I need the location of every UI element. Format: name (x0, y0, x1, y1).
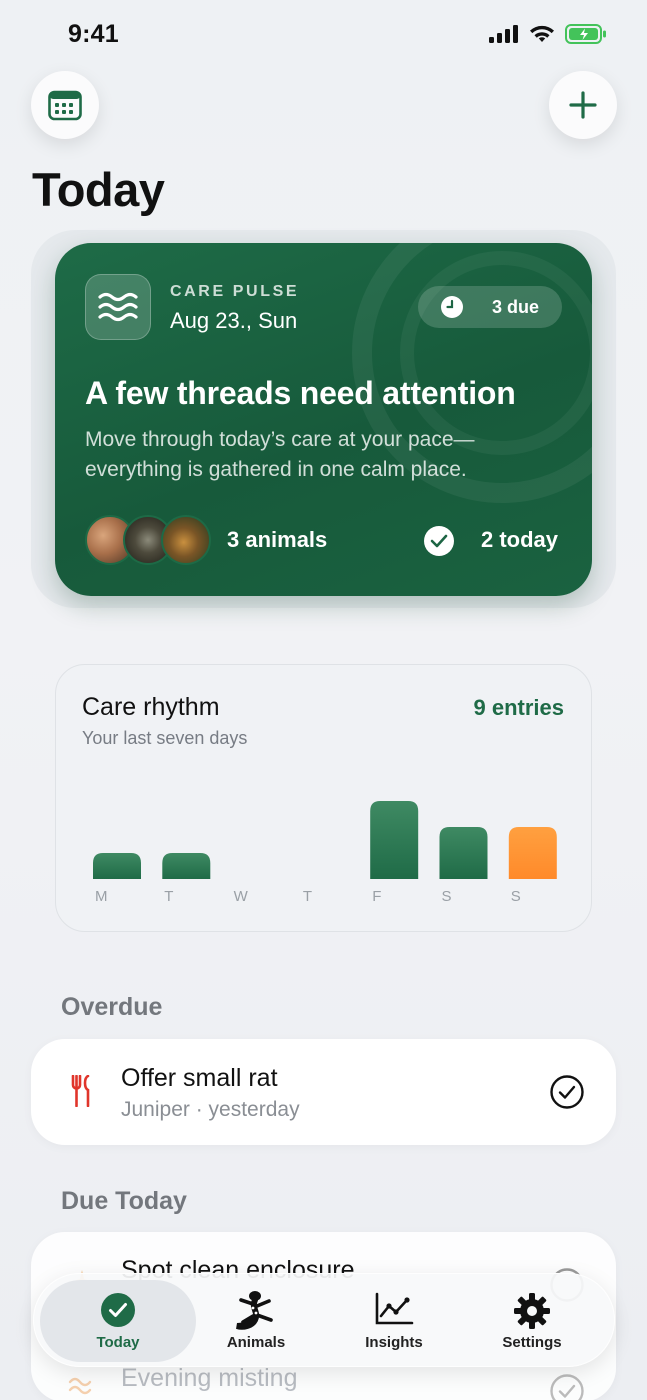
tab-insights[interactable]: Insights (324, 1274, 464, 1368)
chart-tick-label: S (511, 888, 521, 905)
status-time: 9:41 (68, 20, 119, 48)
pulse-headline: A few threads need attention (85, 375, 516, 411)
signal-icon (489, 25, 518, 43)
chart-tick-label: T (164, 888, 173, 905)
care-rhythm-card[interactable]: Care rhythm Your last seven days 9 entri… (55, 664, 592, 932)
complete-check-icon[interactable] (550, 1075, 584, 1109)
animal-avatars (85, 515, 215, 565)
chart-bar (439, 827, 488, 879)
tab-today[interactable]: Today (48, 1274, 188, 1368)
task-row[interactable]: Offer small rat Juniper · yesterday (31, 1039, 616, 1145)
status-bar: 9:41 (0, 0, 647, 72)
chart-bar (93, 853, 141, 879)
line-chart-icon (375, 1292, 414, 1325)
task-meta: Juniper · yesterday (121, 1098, 300, 1121)
wifi-icon (530, 25, 554, 42)
calendar-button[interactable] (31, 71, 99, 139)
tab-label: Animals (226, 1334, 286, 1351)
tab-label: Today (96, 1334, 140, 1351)
chart-bar (508, 827, 557, 879)
page-title: Today (32, 163, 165, 216)
task-title: Offer small rat (121, 1064, 278, 1092)
mist-icon (68, 1377, 92, 1395)
pulse-subtext: Move through today’s care at your pace—e… (85, 428, 475, 481)
animals-count: 3 animals (227, 527, 328, 552)
chart-tick-label: W (234, 888, 249, 905)
rhythm-chart: MTWTFSS (93, 801, 557, 905)
status-icons (489, 24, 607, 44)
chart-bar (162, 853, 211, 879)
lizard-icon (236, 1291, 273, 1330)
due-label: 3 due (492, 296, 540, 317)
clock-icon (441, 296, 463, 318)
tab-bar: Today Animals Insights Settings (33, 1273, 615, 1367)
section-heading-overdue: Overdue (61, 993, 163, 1021)
fork-knife-icon (71, 1075, 90, 1107)
tab-settings[interactable]: Settings (462, 1274, 602, 1368)
section-heading-due-today: Due Today (61, 1187, 187, 1215)
pulse-date: Aug 23., Sun (170, 308, 298, 333)
checkmark-icon (424, 526, 454, 556)
care-pulse-card[interactable]: CARE PULSE Aug 23., Sun 3 due A few thre… (55, 243, 592, 596)
tab-label: Settings (502, 1334, 562, 1351)
tab-animals[interactable]: Animals (186, 1274, 326, 1368)
gear-icon (514, 1293, 550, 1329)
task-title[interactable]: Evening misting (121, 1364, 297, 1393)
tab-label: Insights (365, 1334, 423, 1351)
avatar (161, 515, 211, 565)
today-count: 2 today (481, 527, 559, 552)
plus-icon (569, 91, 597, 119)
checkmark-circle-icon (101, 1293, 135, 1327)
complete-check-icon[interactable] (550, 1374, 584, 1400)
chart-bar (370, 801, 419, 879)
add-button[interactable] (549, 71, 617, 139)
due-badge[interactable]: 3 due (418, 286, 562, 328)
waves-icon (85, 274, 151, 340)
battery-icon (565, 24, 606, 44)
chart-tick-label: M (95, 888, 108, 905)
chart-tick-label: S (442, 888, 452, 905)
chart-tick-label: F (372, 888, 381, 905)
chart-tick-label: T (303, 888, 312, 905)
calendar-icon (48, 90, 82, 121)
pulse-kicker: CARE PULSE (170, 283, 300, 300)
